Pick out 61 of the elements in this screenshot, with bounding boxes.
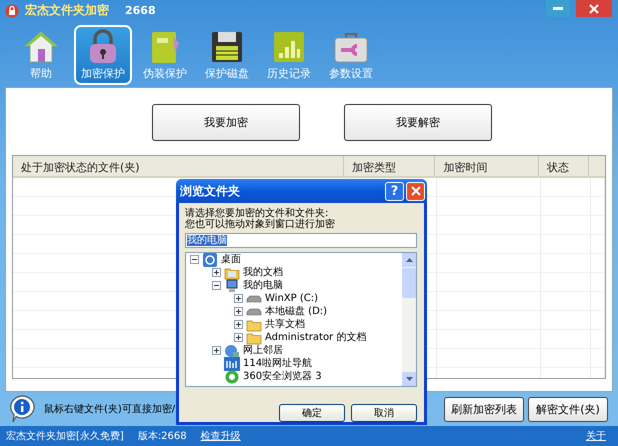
column-header[interactable]: 处于加密状态的文件(夹) [13,156,344,176]
dialog-title: 浏览文件夹 [180,182,240,200]
tree-item[interactable]: 桌面 [221,253,241,266]
folder-icon [246,318,262,332]
documents-folder-icon [224,266,240,280]
folder-icon [246,330,262,344]
tree-item[interactable]: 我的文档 [243,266,283,279]
list-button[interactable]: 解密文件(夹) [528,396,608,422]
house-icon [23,29,59,66]
instruction-text: 请选择您要加密的文件和文件夹: [185,208,328,219]
network-icon [224,344,240,358]
expand-icon[interactable] [234,294,243,303]
hint-text: 鼠标右键文件(夹)可直接加密/ [44,402,176,416]
vertical-scrollbar[interactable] [402,253,416,386]
tree-item[interactable]: 114啦网址导航 [243,357,312,370]
toolbar-tab[interactable]: 加密保护 [74,25,132,86]
list-button[interactable]: 刷新加密列表 [444,396,524,422]
action-button[interactable]: 我要加密 [152,104,300,142]
scroll-thumb[interactable] [402,268,416,298]
tree-item[interactable]: 本地磁盘 (D:) [265,305,328,318]
scroll-down-icon[interactable] [406,377,412,381]
tree-item[interactable]: 网上邻居 [243,344,283,357]
action-button[interactable]: 我要解密 [344,104,492,142]
path-field[interactable]: 我的电脑 [185,233,417,248]
dialog-button[interactable]: 取消 [351,404,417,422]
close-icon [410,186,420,196]
column-header[interactable]: 加密时间 [435,156,540,176]
close-button[interactable] [406,182,425,200]
computer-icon [224,278,240,292]
lock-icon [5,4,19,18]
product-label: 宏杰文件夹加密[永久免费] [6,430,124,444]
tree-item[interactable]: 360安全浏览器 3 [243,370,322,383]
window-title: 宏杰文件夹加密 [25,2,109,20]
tree-item[interactable]: Administrator 的文档 [265,331,366,344]
expand-icon[interactable] [212,346,221,355]
info-icon [9,395,35,424]
instruction-text: 您也可以拖动对象到窗口进行加密 [185,219,336,230]
tree-item[interactable]: 我的电脑 [243,279,283,292]
scroll-up-icon[interactable] [406,258,412,262]
expand-icon[interactable] [212,268,221,277]
about-link[interactable]: 关于 [586,429,606,444]
tree-item[interactable]: 共享文档 [265,318,305,331]
minimize-icon [553,6,563,10]
minimize-button[interactable] [546,0,570,17]
version-label: 版本:2668 [138,430,187,444]
expand-icon[interactable] [234,307,243,316]
help-button[interactable]: ? [385,182,404,200]
collapse-icon[interactable] [212,281,221,290]
expand-icon[interactable] [234,320,243,329]
dialog-button[interactable]: 确定 [279,404,345,422]
close-button[interactable] [576,0,612,17]
web-shortcut-icon [224,356,240,370]
tree-item[interactable]: WinXP (C:) [265,292,318,305]
update-link[interactable]: 检查升级 [200,429,241,444]
expand-icon[interactable] [234,333,243,342]
browser-icon [224,370,240,384]
column-header[interactable]: 状态 [539,156,589,176]
column-header[interactable]: 加密类型 [344,156,436,176]
close-icon [589,4,599,14]
window-version: 2668 [125,4,156,18]
collapse-icon[interactable] [190,255,199,264]
